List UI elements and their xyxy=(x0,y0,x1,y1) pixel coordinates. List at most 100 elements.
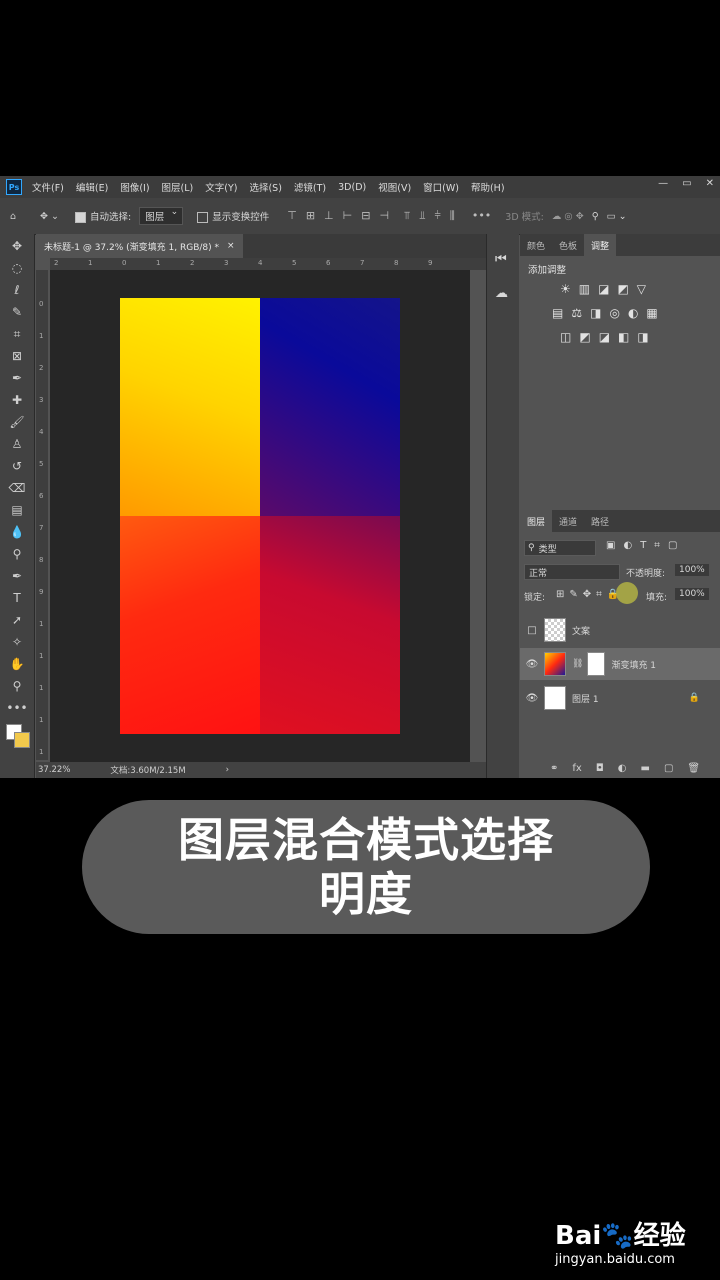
new-layer-icon[interactable]: ▢ xyxy=(664,763,673,774)
hand-tool-icon[interactable]: ✋ xyxy=(0,654,34,674)
lock-icons[interactable]: ⊞✎✥⌗🔒 xyxy=(556,589,624,600)
menu-file[interactable]: 文件(F) xyxy=(32,180,64,194)
document-tab[interactable]: 未标题-1 @ 37.2% (渐变填充 1, RGB/8) * × xyxy=(36,234,243,258)
threshold-icon[interactable]: ◪ xyxy=(599,330,610,344)
brightness-icon[interactable]: ☀ xyxy=(560,282,571,296)
adjustment-filter-icon[interactable]: ◐ xyxy=(623,540,632,551)
menu-edit[interactable]: 编辑(E) xyxy=(76,180,108,194)
healing-tool-icon[interactable]: ✚ xyxy=(0,390,34,410)
color-lookup-icon[interactable]: ▦ xyxy=(646,306,657,320)
status-arrow-icon[interactable]: › xyxy=(226,765,229,775)
canvas-workspace[interactable] xyxy=(50,270,470,762)
menu-3d[interactable]: 3D(D) xyxy=(338,182,366,193)
posterize-icon[interactable]: ◩ xyxy=(579,330,590,344)
move-tool-icon[interactable]: ✥ ⌄ xyxy=(40,211,59,222)
shape-filter-icon[interactable]: ⌗ xyxy=(654,540,660,551)
close-tab-icon[interactable]: × xyxy=(227,241,235,251)
selective-color-icon[interactable]: ◧ xyxy=(618,330,629,344)
menu-window[interactable]: 窗口(W) xyxy=(423,180,459,194)
auto-select-dropdown[interactable]: 图层 xyxy=(139,207,184,225)
shape-tool-icon[interactable]: ✧ xyxy=(0,632,34,652)
history-panel-icon[interactable]: ⏮ xyxy=(495,252,507,267)
zoom-level[interactable]: 37.22% xyxy=(38,765,70,775)
menu-view[interactable]: 视图(V) xyxy=(378,180,411,194)
menu-type[interactable]: 文字(Y) xyxy=(205,180,237,194)
zoom-tool-icon[interactable]: ⚲ xyxy=(0,676,34,696)
layer-visibility-off-icon[interactable]: □ xyxy=(520,625,544,636)
link-icon[interactable]: ⛓ xyxy=(572,659,583,669)
distribute-top-icon[interactable]: ⫪ xyxy=(404,209,410,223)
fill-input[interactable]: 100% xyxy=(675,588,709,600)
document-canvas[interactable] xyxy=(120,298,400,734)
eye-icon[interactable]: 👁 xyxy=(520,693,544,704)
color-balance-icon[interactable]: ⚖ xyxy=(571,306,582,320)
marquee-tool-icon[interactable]: ◌ xyxy=(0,258,34,278)
background-color-swatch[interactable] xyxy=(14,732,30,748)
align-left-icon[interactable]: ⊢ xyxy=(343,209,353,223)
dodge-tool-icon[interactable]: ⚲ xyxy=(0,544,34,564)
tab-swatches[interactable]: 色板 xyxy=(552,234,584,256)
hue-saturation-icon[interactable]: ▤ xyxy=(552,306,563,320)
3d-orbit-icon[interactable]: ☁ ◎ ✥ xyxy=(552,211,584,222)
distribute-vcenter-icon[interactable]: ⫫ xyxy=(419,209,425,223)
menu-image[interactable]: 图像(I) xyxy=(120,180,149,194)
align-bottom-icon[interactable]: ⊥ xyxy=(324,209,334,223)
eyedropper-tool-icon[interactable]: ✒ xyxy=(0,368,34,388)
black-white-icon[interactable]: ◨ xyxy=(590,306,601,320)
path-select-icon[interactable]: ➚ xyxy=(0,610,34,630)
layer-filter-dropdown[interactable]: ⚲ 类型 xyxy=(524,540,596,556)
gradient-tool-icon[interactable]: ▤ xyxy=(0,500,34,520)
tab-color[interactable]: 颜色 xyxy=(520,234,552,256)
menu-select[interactable]: 选择(S) xyxy=(249,180,281,194)
history-brush-icon[interactable]: ↺ xyxy=(0,456,34,476)
invert-icon[interactable]: ◫ xyxy=(560,330,571,344)
blend-mode-dropdown[interactable]: 正常 xyxy=(524,564,620,580)
type-tool-icon[interactable]: T xyxy=(0,588,34,608)
curves-icon[interactable]: ◪ xyxy=(598,282,609,296)
brush-tool-icon[interactable]: 🖌 xyxy=(0,412,34,432)
search-icon[interactable]: ⚲ xyxy=(592,211,599,222)
frame-tool-icon[interactable]: ⊠ xyxy=(0,346,34,366)
tab-layers[interactable]: 图层 xyxy=(520,510,553,532)
new-group-icon[interactable]: ▬ xyxy=(641,763,650,774)
quick-select-tool-icon[interactable]: ✎ xyxy=(0,302,34,322)
tab-paths[interactable]: 路径 xyxy=(584,510,616,532)
smart-filter-icon[interactable]: ▢ xyxy=(668,540,677,551)
pen-tool-icon[interactable]: ✒ xyxy=(0,566,34,586)
pixel-filter-icon[interactable]: ▣ xyxy=(606,540,615,551)
move-tool-icon[interactable]: ✥ xyxy=(0,236,34,256)
libraries-panel-icon[interactable]: ☁ xyxy=(495,286,508,301)
tab-adjustments[interactable]: 调整 xyxy=(584,234,617,256)
align-hcenter-icon[interactable]: ⊟ xyxy=(361,209,370,223)
workspace-icon[interactable]: ▭ ⌄ xyxy=(607,211,627,222)
layer-row[interactable]: 👁 图层 1 🔒 xyxy=(520,682,720,714)
add-mask-icon[interactable]: ◘ xyxy=(596,763,604,774)
fx-icon[interactable]: fx xyxy=(572,763,581,774)
crop-tool-icon[interactable]: ⌗ xyxy=(0,324,34,344)
opacity-input[interactable]: 100% xyxy=(675,564,709,576)
menu-filter[interactable]: 滤镜(T) xyxy=(294,180,326,194)
minimize-button[interactable]: — xyxy=(658,178,668,189)
link-layers-icon[interactable]: ⚭ xyxy=(550,763,558,774)
eye-icon[interactable]: 👁 xyxy=(520,659,544,670)
lasso-tool-icon[interactable]: ℓ xyxy=(0,280,34,300)
exposure-icon[interactable]: ◩ xyxy=(617,282,628,296)
layer-row-selected[interactable]: 👁 ⛓ 渐变填充 1 xyxy=(520,648,720,680)
delete-layer-icon[interactable]: 🗑 xyxy=(687,763,700,774)
channel-mixer-icon[interactable]: ◐ xyxy=(628,306,638,320)
vibrance-icon[interactable]: ▽ xyxy=(637,282,646,296)
new-adjustment-icon[interactable]: ◐ xyxy=(618,763,627,774)
more-options-icon[interactable]: ••• xyxy=(472,209,491,223)
close-window-button[interactable]: ✕ xyxy=(706,178,714,189)
distribute-bottom-icon[interactable]: ⫩ xyxy=(434,209,440,223)
tab-channels[interactable]: 通道 xyxy=(552,510,584,532)
levels-icon[interactable]: ▥ xyxy=(579,282,590,296)
gradient-map-icon[interactable]: ◨ xyxy=(637,330,648,344)
align-top-icon[interactable]: ⊤ xyxy=(287,209,297,223)
blur-tool-icon[interactable]: 💧 xyxy=(0,522,34,542)
eraser-tool-icon[interactable]: ⌫ xyxy=(0,478,34,498)
auto-select-checkbox[interactable]: 自动选择: xyxy=(74,209,131,223)
home-icon[interactable]: ⌂ xyxy=(10,211,16,222)
menu-help[interactable]: 帮助(H) xyxy=(471,180,505,194)
align-right-icon[interactable]: ⊣ xyxy=(379,209,389,223)
